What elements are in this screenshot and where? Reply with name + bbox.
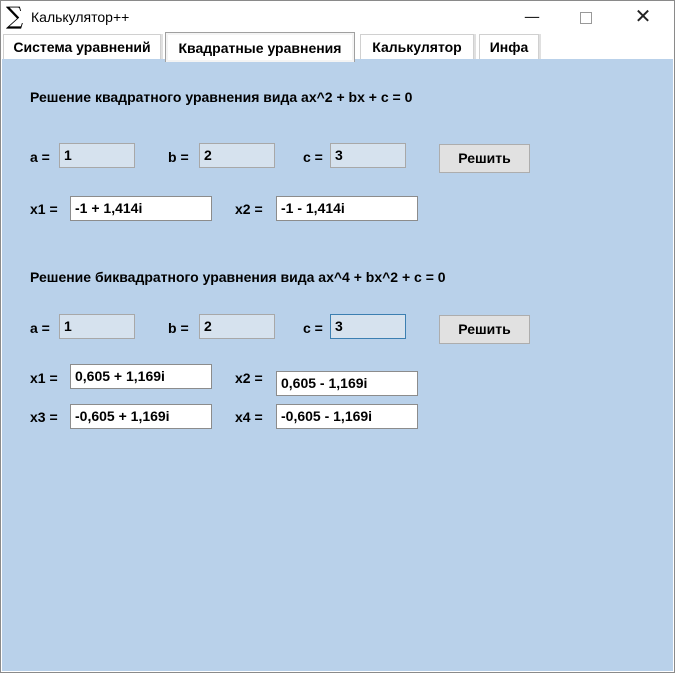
tab-calculator[interactable]: Калькулятор bbox=[360, 34, 474, 60]
quadratic-solve-button[interactable]: Решить bbox=[439, 144, 530, 173]
quadratic-x2-label: x2 = bbox=[235, 201, 263, 217]
minimize-button[interactable]: — bbox=[509, 1, 555, 32]
quadratic-c-input[interactable]: 3 bbox=[330, 143, 406, 168]
close-button[interactable]: ✕ bbox=[620, 1, 666, 32]
tab-label: Система уравнений bbox=[13, 39, 151, 55]
quadratic-b-input[interactable]: 2 bbox=[199, 143, 275, 168]
quadratic-x2-output[interactable]: -1 - 1,414i bbox=[276, 196, 418, 221]
biquadratic-b-label: b = bbox=[168, 320, 189, 336]
minimize-icon: — bbox=[524, 7, 540, 26]
biquadratic-x1-label: x1 = bbox=[30, 370, 58, 386]
tab-equation-system[interactable]: Система уравнений bbox=[3, 34, 161, 60]
biquadratic-x4-output[interactable]: -0,605 - 1,169i bbox=[276, 404, 418, 429]
tab-label: Инфа bbox=[489, 39, 529, 55]
quadratic-x1-label: x1 = bbox=[30, 201, 58, 217]
biquadratic-x1-output[interactable]: 0,605 + 1,169i bbox=[70, 364, 212, 389]
quadratic-c-label: c = bbox=[303, 149, 323, 165]
tab-label: Квадратные уравнения bbox=[178, 40, 342, 56]
maximize-button[interactable] bbox=[563, 1, 609, 32]
biquadratic-c-label: c = bbox=[303, 320, 323, 336]
close-icon: ✕ bbox=[634, 4, 652, 28]
window-title: Калькулятор++ bbox=[31, 9, 130, 25]
quadratic-b-label: b = bbox=[168, 149, 189, 165]
tab-quadratic-equations[interactable]: Квадратные уравнения bbox=[165, 32, 355, 62]
tab-info[interactable]: Инфа bbox=[479, 34, 539, 60]
biquadratic-c-input[interactable]: 3 bbox=[330, 314, 406, 339]
app-window: ∑ Калькулятор++ — ✕ Система уравнений Кв… bbox=[0, 0, 675, 673]
sigma-app-icon: ∑ bbox=[6, 2, 24, 30]
biquadratic-x3-label: x3 = bbox=[30, 409, 58, 425]
biquadratic-x4-label: x4 = bbox=[235, 409, 263, 425]
biquadratic-x2-output[interactable]: 0,605 - 1,169i bbox=[276, 371, 418, 396]
biquadratic-x3-output[interactable]: -0,605 + 1,169i bbox=[70, 404, 212, 429]
biquadratic-x2-label: x2 = bbox=[235, 370, 263, 386]
tab-strip: Система уравнений Квадратные уравнения К… bbox=[1, 32, 674, 62]
maximize-icon bbox=[580, 11, 592, 24]
quadratic-a-label: a = bbox=[30, 149, 50, 165]
quadratic-tab-panel: Решение квадратного уравнения вида ax^2 … bbox=[2, 59, 673, 671]
biquadratic-solve-button[interactable]: Решить bbox=[439, 315, 530, 344]
biquadratic-heading: Решение биквадратного уравнения вида ax^… bbox=[30, 269, 446, 285]
quadratic-a-input[interactable]: 1 bbox=[59, 143, 135, 168]
biquadratic-b-input[interactable]: 2 bbox=[199, 314, 275, 339]
biquadratic-a-input[interactable]: 1 bbox=[59, 314, 135, 339]
tab-label: Калькулятор bbox=[372, 39, 462, 55]
quadratic-heading: Решение квадратного уравнения вида ax^2 … bbox=[30, 89, 413, 105]
biquadratic-a-label: a = bbox=[30, 320, 50, 336]
quadratic-x1-output[interactable]: -1 + 1,414i bbox=[70, 196, 212, 221]
title-bar[interactable]: ∑ Калькулятор++ — ✕ bbox=[1, 1, 674, 32]
